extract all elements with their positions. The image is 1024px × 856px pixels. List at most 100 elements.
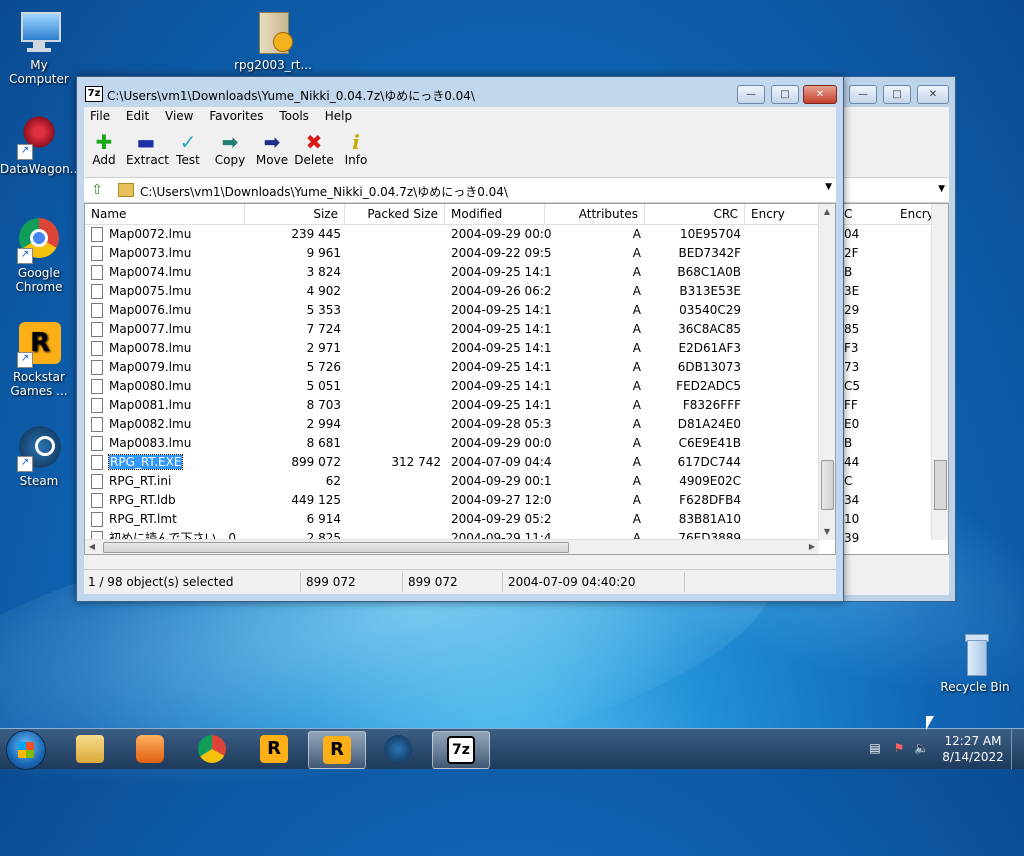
table-row[interactable]: Map0077.lmu 7 724 2004-09-25 14:13 A 36C8AC8… (85, 320, 819, 339)
table-row[interactable]: RPG_RT.ini 62 2004-09-29 00:18 A 4909E02C (85, 472, 819, 491)
add-button[interactable]: ✚ Add (84, 131, 124, 167)
table-row[interactable]: Map0074.lmu 3 824 2004-09-25 14:13 A B68C1A0… (85, 263, 819, 282)
taskbar-rockstar[interactable]: R (246, 731, 302, 767)
taskbar-chrome[interactable] (184, 731, 240, 767)
vertical-scrollbar[interactable]: ▲ ▼ (818, 204, 835, 540)
up-folder-icon[interactable]: ⇧ (88, 181, 106, 199)
test-button[interactable]: ✓ Test (168, 131, 208, 167)
menu-help[interactable]: Help (319, 107, 358, 125)
crc-fragment: F3 (844, 341, 859, 355)
taskbar-7zip[interactable]: 7z (432, 731, 490, 769)
info-icon: i (352, 130, 360, 154)
table-row[interactable]: Map0075.lmu 4 902 2004-09-26 06:27 A B313E53… (85, 282, 819, 301)
scroll-thumb[interactable] (821, 460, 834, 510)
crc-fragment: 3E (844, 284, 860, 298)
desktop-icon-chrome[interactable]: ↗ Google Chrome (0, 216, 78, 294)
table-row[interactable]: Map0078.lmu 2 971 2004-09-25 14:13 A E2D61AF… (85, 339, 819, 358)
column-header-crc[interactable]: CRC (645, 204, 745, 224)
desktop-icon-rpg2003[interactable]: rpg2003_rt... (234, 8, 312, 72)
file-modified: 2004-09-29 00:08 (451, 436, 551, 450)
maximize-button[interactable]: □ (883, 85, 911, 104)
column-header-modified[interactable]: Modified (445, 204, 545, 224)
extract-button[interactable]: ▬ Extract (126, 131, 169, 167)
start-button[interactable] (6, 730, 46, 770)
menu-favorites[interactable]: Favorites (203, 107, 269, 125)
column-header-encrypted[interactable]: Encry (900, 207, 934, 221)
desktop-icon-rockstar[interactable]: R ↗ Rockstar Games ... (0, 320, 78, 398)
copy-button[interactable]: ➡ Copy (210, 131, 250, 167)
taskbar-media-player[interactable] (122, 731, 178, 767)
table-row[interactable]: Map0072.lmu 239 445 2004-09-29 00:02 A 10E95… (85, 225, 819, 244)
desktop-icon-recycle-bin[interactable]: Recycle Bin (936, 630, 1014, 694)
column-header-name[interactable]: Name (85, 204, 245, 224)
column-header-crc[interactable]: C (844, 207, 852, 221)
horizontal-scrollbar[interactable]: ◀ ▶ (85, 539, 819, 554)
computer-icon (15, 8, 63, 56)
desktop-icon-steam[interactable]: ↗ Steam (0, 424, 78, 488)
table-row[interactable]: Map0079.lmu 5 726 2004-09-25 14:13 A 6DB1307… (85, 358, 819, 377)
file-packed-size (341, 415, 441, 434)
menu-tools[interactable]: Tools (273, 107, 315, 125)
close-button[interactable]: ✕ (803, 85, 837, 104)
background-window[interactable]: — □ ✕ ▼ C Encry 04 2F B 3E 29 85 F3 73 C5 FF E0 B 44… (836, 76, 956, 602)
title-bar[interactable]: 7z C:\Users\vm1\Downloads\Yume_Nikki_0.0… (77, 77, 843, 107)
table-row[interactable]: Map0083.lmu 8 681 2004-09-29 00:08 A C6E9E41… (85, 434, 819, 453)
file-name: Map0076.lmu (109, 303, 192, 317)
file-attributes: A (632, 436, 641, 450)
move-button[interactable]: ➡ Move (252, 131, 292, 167)
taskbar-steam[interactable] (370, 731, 426, 767)
delete-button[interactable]: ✖ Delete (294, 131, 334, 167)
table-row[interactable]: Map0081.lmu 8 703 2004-09-25 14:18 A F8326FF… (85, 396, 819, 415)
scroll-left-icon[interactable]: ◀ (85, 540, 99, 554)
address-path[interactable]: C:\Users\vm1\Downloads\Yume_Nikki_0.04.7… (140, 183, 508, 200)
chevron-down-icon[interactable]: ▼ (825, 182, 832, 192)
scroll-down-icon[interactable]: ▼ (819, 524, 835, 540)
address-bar[interactable]: ⇧ C:\Users\vm1\Downloads\Yume_Nikki_0.04… (84, 177, 836, 203)
scroll-up-icon[interactable]: ▲ (819, 204, 835, 220)
scroll-thumb[interactable] (103, 542, 569, 553)
menu-file[interactable]: File (84, 107, 116, 125)
table-row[interactable]: RPG_RT.lmt 6 914 2004-09-29 05:24 A 83B81A10 (85, 510, 819, 529)
table-row[interactable]: Map0076.lmu 5 353 2004-09-25 14:18 A 03540C2… (85, 301, 819, 320)
menu-edit[interactable]: Edit (120, 107, 155, 125)
menu-view[interactable]: View (159, 107, 199, 125)
desktop-icon-datawagon[interactable]: ↗ DataWagon... (0, 112, 81, 176)
table-row[interactable]: RPG_RT.ldb 449 125 2004-09-27 12:04 A F628DF… (85, 491, 819, 510)
action-center-flag-icon[interactable]: ⚑ (892, 741, 906, 755)
column-header-size[interactable]: Size (245, 204, 345, 224)
maximize-button[interactable]: □ (771, 85, 799, 104)
column-header-packed-size[interactable]: Packed Size (345, 204, 445, 224)
crc-fragment: 39 (844, 531, 860, 545)
network-icon[interactable]: ▤ (868, 741, 882, 755)
move-arrow-icon: ➡ (263, 130, 281, 154)
close-button[interactable]: ✕ (917, 85, 949, 104)
file-crc: C6E9E41B (678, 436, 741, 450)
clock[interactable]: 12:27 AM 8/14/2022 (938, 733, 1008, 765)
show-desktop-button[interactable] (1011, 729, 1024, 769)
taskbar-explorer[interactable] (62, 731, 118, 767)
minimize-button[interactable]: — (849, 85, 877, 104)
minimize-button[interactable]: — (737, 85, 765, 104)
file-list-body: Map0072.lmu 239 445 2004-09-29 00:02 A 10E95… (85, 225, 819, 541)
table-row[interactable]: Map0080.lmu 5 051 2004-09-25 14:18 A FED2ADC… (85, 377, 819, 396)
desktop-icon-my-computer[interactable]: My Computer (0, 8, 78, 86)
file-list[interactable]: Name Size Packed Size Modified Attribute… (84, 203, 836, 555)
table-row[interactable]: Map0073.lmu 9 961 2004-09-22 09:57 A BED7342… (85, 244, 819, 263)
volume-icon[interactable]: 🔈 (914, 741, 929, 755)
desktop-icon-label: My Computer (9, 58, 69, 86)
info-button[interactable]: i Info (336, 131, 376, 167)
crc-fragment: 29 (844, 303, 860, 317)
taskbar-rockstar-active[interactable]: R (308, 731, 366, 769)
scroll-right-icon[interactable]: ▶ (805, 540, 819, 554)
folder-icon (118, 183, 134, 197)
7zip-window[interactable]: 7z C:\Users\vm1\Downloads\Yume_Nikki_0.0… (76, 76, 844, 602)
column-header-attributes[interactable]: Attributes (545, 204, 645, 224)
file-icon (91, 455, 103, 470)
file-packed-size (341, 510, 441, 529)
table-row[interactable]: RPG_RT.EXE 899 072 312 742 2004-07-09 04:40… (85, 453, 819, 472)
column-header-encrypted[interactable]: Encry (745, 204, 825, 224)
table-row[interactable]: Map0082.lmu 2 994 2004-09-28 05:34 A D81A24E… (85, 415, 819, 434)
file-packed-size (341, 358, 441, 377)
chevron-down-icon[interactable]: ▼ (938, 184, 945, 194)
file-name: Map0075.lmu (109, 284, 192, 298)
